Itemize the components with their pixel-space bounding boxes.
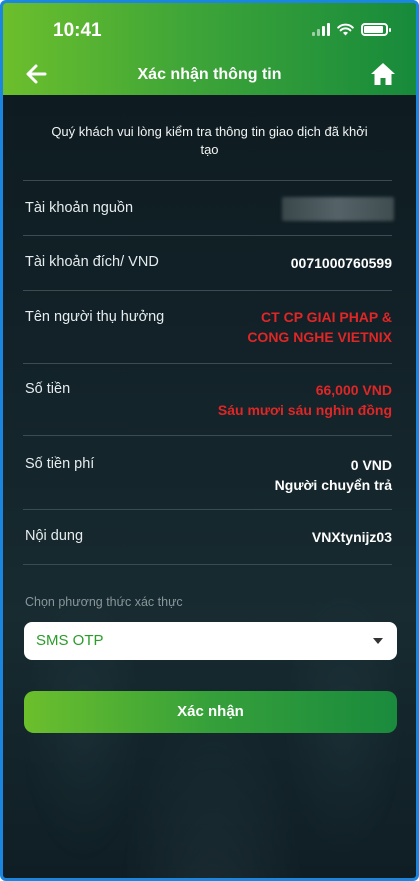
divider: [23, 509, 392, 510]
amount-label: Số tiền: [25, 381, 71, 397]
fee-value-number: 0 VND: [350, 457, 392, 473]
status-time: 10:41: [53, 20, 102, 41]
confirm-button[interactable]: Xác nhận: [24, 691, 397, 733]
amount-value-words: Sáu mươi sáu nghìn đồng: [217, 402, 392, 418]
auth-method-label: Chọn phương thức xác thực: [25, 595, 183, 609]
beneficiary-value-line2: CONG NGHE VIETNIX: [247, 329, 392, 345]
auth-method-selected: SMS OTP: [36, 632, 104, 649]
dest-account-label: Tài khoản đích/ VND: [25, 254, 159, 270]
phone-screen: 10:41 Xác nhận thông tin Quý khách vui l…: [0, 0, 419, 881]
fee-value: 0 VND Người chuyển trả: [275, 455, 392, 495]
fee-label: Số tiền phí: [25, 456, 95, 472]
amount-value: 66,000 VND Sáu mươi sáu nghìn đồng: [218, 380, 392, 420]
divider: [23, 435, 392, 436]
caret-down-icon: [373, 638, 383, 644]
battery-icon: [361, 23, 391, 36]
divider: [23, 363, 392, 364]
source-account-masked-value: [282, 197, 394, 221]
cellular-signal-icon: [312, 23, 330, 36]
divider: [23, 564, 392, 565]
header-bar: 10:41 Xác nhận thông tin: [3, 3, 416, 95]
beneficiary-value: CT CP GIAI PHAP & CONG NGHE VIETNIX: [247, 307, 392, 347]
source-account-label: Tài khoản nguồn: [25, 200, 134, 216]
dest-account-value: 0071000760599: [290, 255, 392, 271]
amount-value-number: 66,000 VND: [315, 382, 392, 398]
auth-method-select[interactable]: SMS OTP: [24, 622, 397, 660]
beneficiary-value-line1: CT CP GIAI PHAP &: [261, 309, 392, 325]
status-icons: [312, 23, 391, 36]
beneficiary-label: Tên người thụ hưởng: [25, 309, 165, 325]
home-icon[interactable]: [368, 59, 398, 89]
content-value: VNXtynijz03: [311, 529, 392, 545]
fee-value-payer: Người chuyển trả: [274, 477, 392, 493]
divider: [23, 180, 392, 181]
page-title: Xác nhận thông tin: [137, 66, 282, 83]
intro-text: Quý khách vui lòng kiểm tra thông tin gi…: [51, 124, 368, 157]
divider: [23, 290, 392, 291]
wifi-icon: [337, 23, 354, 36]
divider: [23, 235, 392, 236]
content-label: Nội dung: [25, 528, 84, 544]
